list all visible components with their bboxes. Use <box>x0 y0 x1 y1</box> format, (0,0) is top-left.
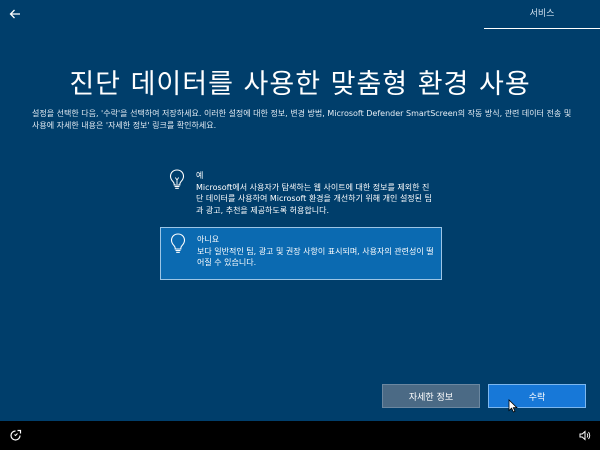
back-button[interactable] <box>4 4 26 24</box>
lightbulb-icon <box>169 169 185 189</box>
more-info-button[interactable]: 자세한 정보 <box>382 384 480 408</box>
top-bar: 서비스 <box>0 0 600 29</box>
lightbulb-icon <box>170 233 186 253</box>
mouse-cursor-icon <box>508 399 518 413</box>
ease-of-access-icon[interactable] <box>9 429 22 442</box>
option-yes-text: 예 Microsoft에서 사용자가 탐색하는 웹 사이트에 대한 정보를 제외… <box>196 170 436 216</box>
option-yes[interactable]: 예 Microsoft에서 사용자가 탐색하는 웹 사이트에 대한 정보를 제외… <box>160 164 442 220</box>
option-no-body: 보다 일반적인 팁, 광고 및 권장 사항이 표시되며, 사용자의 관련성이 떨… <box>197 246 434 268</box>
section-label: 서비스 <box>529 9 555 19</box>
oobe-panel: 서비스 진단 데이터를 사용한 맞춤형 환경 사용 설정을 선택한 다음, '수… <box>0 0 600 421</box>
option-yes-title: 예 <box>196 171 204 180</box>
option-no-title: 아니요 <box>197 235 220 244</box>
page-description: 설정을 선택한 다음, '수락'을 선택하여 저장하세요. 이러한 설정에 대한… <box>32 109 572 130</box>
accept-button[interactable]: 수락 <box>488 384 586 408</box>
screen: 서비스 진단 데이터를 사용한 맞춤형 환경 사용 설정을 선택한 다음, '수… <box>0 0 600 450</box>
volume-icon[interactable] <box>579 430 591 441</box>
option-no[interactable]: 아니요 보다 일반적인 팁, 광고 및 권장 사항이 표시되며, 사용자의 관련… <box>160 227 442 280</box>
page-title: 진단 데이터를 사용한 맞춤형 환경 사용 <box>69 69 531 100</box>
section-underline <box>484 28 600 29</box>
option-yes-body: Microsoft에서 사용자가 탐색하는 웹 사이트에 대한 정보를 제외한 … <box>196 182 432 215</box>
back-arrow-icon <box>9 9 20 19</box>
option-no-text: 아니요 보다 일반적인 팁, 광고 및 권장 사항이 표시되며, 사용자의 관련… <box>197 234 437 269</box>
taskbar <box>0 421 600 450</box>
